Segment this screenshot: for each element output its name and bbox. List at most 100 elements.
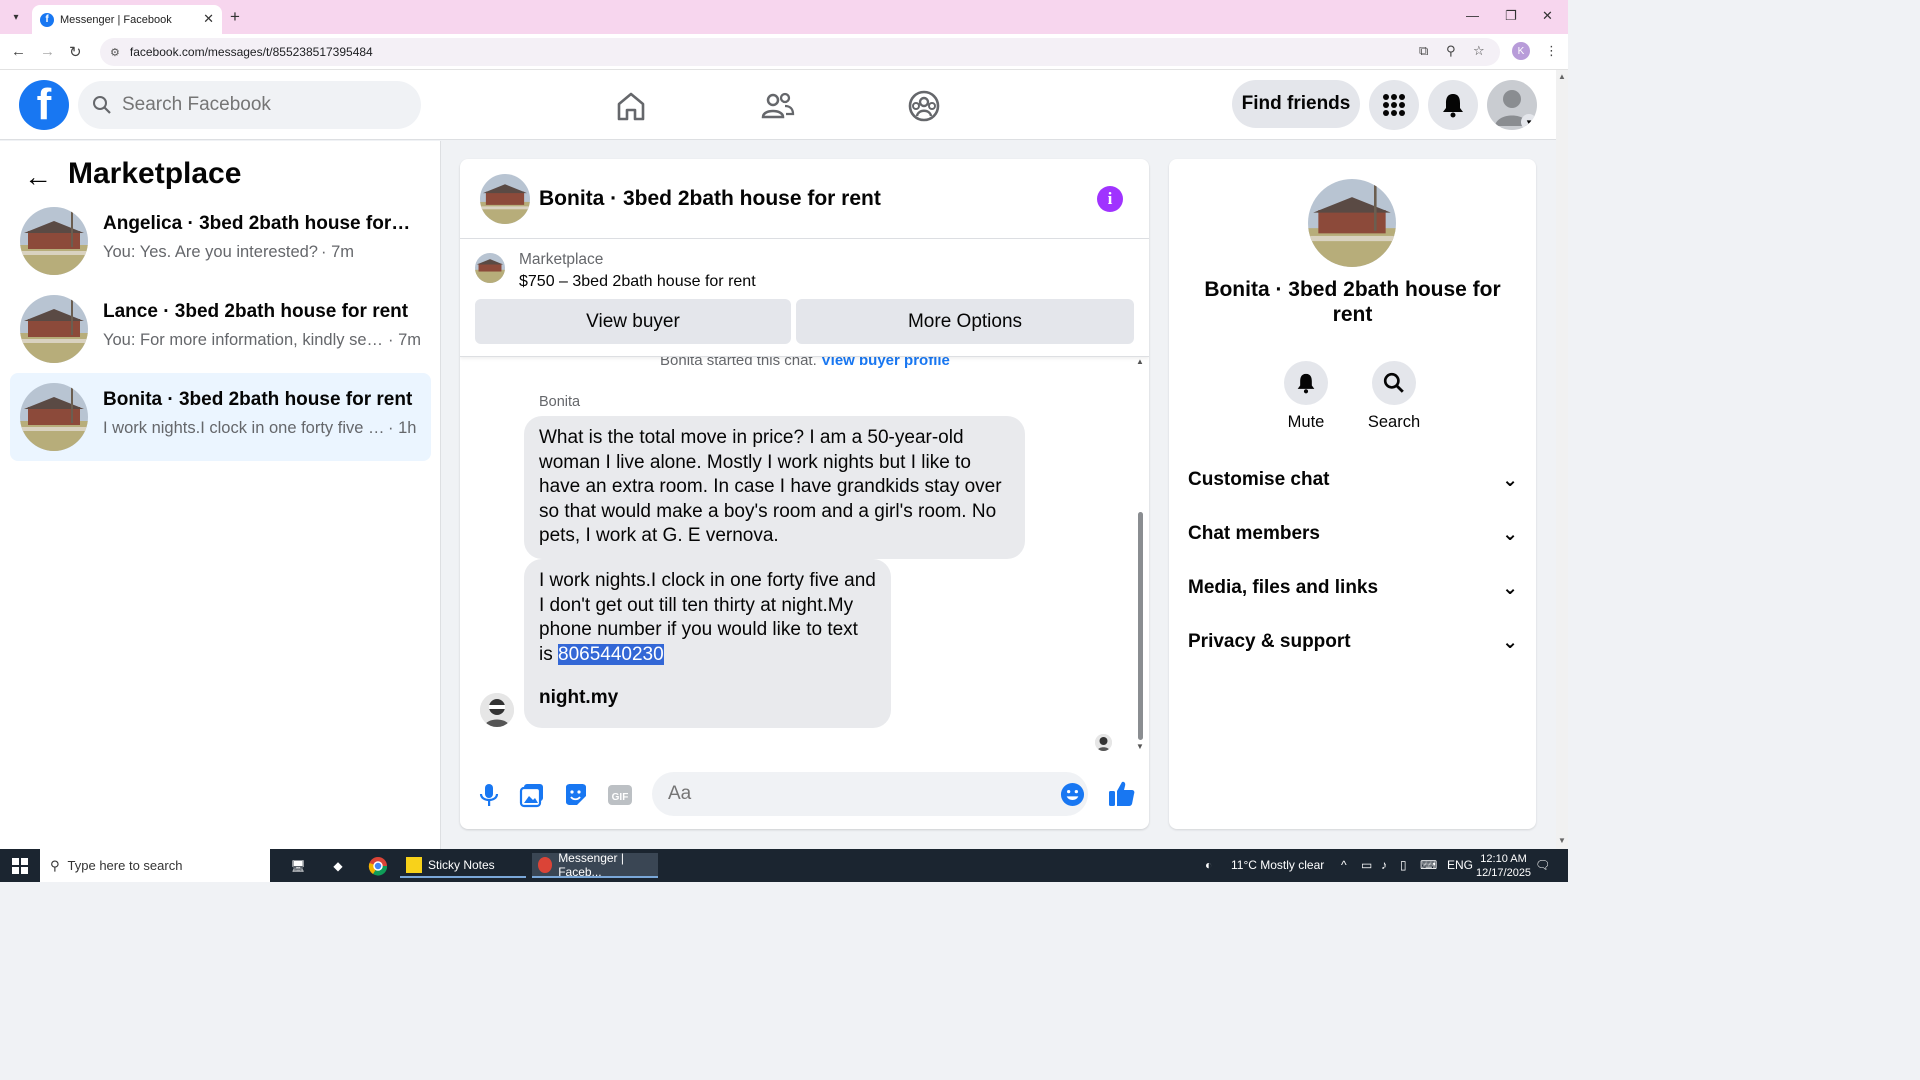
clock[interactable]: 12:10 AM 12/17/2025	[1476, 852, 1531, 880]
sender-avatar[interactable]	[480, 693, 514, 727]
phone-number-selected[interactable]: 8065440230	[558, 643, 664, 665]
tab-search-icon[interactable]: ▾	[6, 8, 26, 26]
close-window-icon[interactable]: ✕	[1542, 8, 1553, 24]
chevron-down-icon: ⌄	[1502, 631, 1518, 653]
tab-close-icon[interactable]: ✕	[203, 11, 214, 27]
conversation-name: Lance · 3bed 2bath house for rent	[103, 301, 409, 322]
back-icon[interactable]: ←	[11, 43, 26, 60]
house-thumbnail	[20, 295, 88, 363]
section-label: Media, files and links	[1188, 577, 1379, 598]
url-text: facebook.com/messages/t/855238517395484	[129, 45, 373, 59]
menu-grid-icon[interactable]	[1369, 80, 1419, 130]
battery-icon[interactable]: ▯	[1400, 858, 1407, 872]
browser-tabbar: ▾ f Messenger | Facebook ✕ + — ❐ ✕	[0, 0, 1568, 34]
home-icon[interactable]	[613, 88, 649, 124]
thumbs-up-icon[interactable]	[1107, 779, 1137, 809]
conversation-preview: I work nights.I clock in one forty five …	[103, 419, 423, 438]
taskbar-search-placeholder: Type here to search	[67, 858, 183, 873]
notifications-bell-icon[interactable]	[1428, 80, 1478, 130]
gif-icon[interactable]: GIF	[607, 782, 633, 808]
conversation-preview: You: For more information, kindly send m…	[103, 331, 423, 350]
page-scrollbar[interactable]: ▲ ▼	[1556, 70, 1568, 849]
site-settings-icon[interactable]: ⚙	[110, 46, 120, 59]
app-icon[interactable]: 🖥	[285, 853, 311, 878]
groups-icon[interactable]	[906, 88, 942, 124]
message-bubble[interactable]: What is the total move in price? I am a …	[524, 416, 1025, 559]
sticky-notes-task[interactable]: Sticky Notes	[400, 853, 526, 878]
more-options-button[interactable]: More Options	[796, 299, 1134, 344]
message-input[interactable]	[652, 772, 1088, 816]
tab-title: Messenger | Facebook	[60, 13, 172, 26]
search-label: Search	[1367, 413, 1421, 431]
back-arrow-icon[interactable]: ←	[24, 161, 52, 193]
volume-icon[interactable]: ♪	[1381, 858, 1387, 872]
bell-icon	[1284, 361, 1328, 405]
message-link-preview[interactable]: night.my	[539, 686, 876, 711]
scroll-down-icon[interactable]: ▼	[1136, 742, 1144, 751]
privacy-support-section[interactable]: Privacy & support ⌄	[1188, 622, 1518, 662]
forward-icon[interactable]: →	[40, 43, 55, 60]
windows-start-icon[interactable]	[12, 858, 28, 874]
new-tab-icon[interactable]: +	[230, 7, 240, 27]
notification-center-icon[interactable]: 🗨	[1535, 858, 1550, 872]
keyboard-icon[interactable]: ⌨	[1420, 858, 1437, 872]
view-buyer-profile-link[interactable]: View buyer profile	[821, 357, 950, 369]
facebook-logo-icon[interactable]: f	[19, 80, 69, 130]
network-icon[interactable]: ▭	[1361, 858, 1372, 872]
chrome-icon[interactable]	[365, 853, 391, 878]
install-icon[interactable]: ⧉	[1419, 43, 1428, 59]
chat-title[interactable]: Bonita · 3bed 2bath house for rent	[539, 187, 881, 211]
scroll-up-icon[interactable]: ▲	[1136, 357, 1144, 366]
bookmark-star-icon[interactable]: ☆	[1473, 43, 1485, 59]
taskbar-search[interactable]: ⚲ Type here to search	[40, 849, 270, 882]
started-text: Bonita started this chat.	[660, 357, 817, 369]
search-in-chat-button[interactable]: Search	[1354, 361, 1434, 432]
reload-icon[interactable]: ↻	[69, 43, 82, 61]
panel-title: Marketplace	[68, 157, 242, 190]
copilot-icon[interactable]: ◆	[325, 853, 351, 878]
listing-description[interactable]: $750 – 3bed 2bath house for rent	[519, 273, 756, 291]
clock-time: 12:10 AM	[1480, 853, 1527, 865]
sticker-icon[interactable]	[563, 782, 589, 808]
conversation-item[interactable]: Lance · 3bed 2bath house for rent You: F…	[10, 285, 431, 373]
chat-members-section[interactable]: Chat members ⌄	[1188, 514, 1518, 554]
marketplace-listing-card: Marketplace $750 – 3bed 2bath house for …	[460, 239, 1149, 357]
browser-tab[interactable]: f Messenger | Facebook ✕	[32, 5, 222, 34]
scrollbar-thumb[interactable]	[1138, 512, 1143, 740]
clock-date: 12/17/2025	[1476, 867, 1532, 879]
view-buyer-button[interactable]: View buyer	[475, 299, 791, 344]
search-input[interactable]	[122, 94, 402, 116]
info-icon[interactable]: i	[1097, 186, 1123, 212]
zoom-icon[interactable]: ⚲	[1446, 43, 1456, 59]
messenger-task[interactable]: Messenger | Faceb...	[532, 851, 658, 879]
customise-chat-section[interactable]: Customise chat ⌄	[1188, 460, 1518, 500]
browser-profile-avatar[interactable]: K	[1512, 42, 1530, 60]
microphone-icon[interactable]	[476, 782, 502, 808]
mute-button[interactable]: Mute	[1266, 361, 1346, 432]
language-indicator[interactable]: ENG	[1447, 858, 1473, 872]
photo-icon[interactable]	[519, 782, 545, 808]
media-files-links-section[interactable]: Media, files and links ⌄	[1188, 568, 1518, 608]
conversation-item[interactable]: Angelica · 3bed 2bath house for rent You…	[10, 197, 431, 285]
browser-menu-icon[interactable]: ⋮	[1545, 43, 1558, 59]
restore-icon[interactable]: ❐	[1505, 8, 1517, 24]
scroll-up-icon[interactable]: ▲	[1558, 72, 1566, 81]
search-facebook[interactable]	[78, 81, 421, 129]
weather-text[interactable]: 11°C Mostly clear	[1231, 858, 1324, 872]
minimize-icon[interactable]: —	[1466, 8, 1479, 23]
chat-thumbnail[interactable]	[480, 174, 530, 224]
windows-taskbar: ⚲ Type here to search 🖥 ◆ Sticky Notes M…	[0, 849, 1568, 882]
url-input[interactable]: ⚙ facebook.com/messages/t/85523851739548…	[100, 38, 1500, 66]
search-icon	[1372, 361, 1416, 405]
details-title: Bonita · 3bed 2bath house for rent	[1204, 278, 1501, 326]
emoji-icon[interactable]	[1060, 782, 1085, 807]
conversation-item-active[interactable]: Bonita · 3bed 2bath house for rent I wor…	[10, 373, 431, 461]
tray-chevron-icon[interactable]: ^	[1341, 858, 1347, 872]
thread-scrollbar[interactable]: ▲ ▼	[1136, 357, 1146, 752]
find-friends-button[interactable]: Find friends	[1232, 80, 1360, 128]
weather-icon[interactable]: ◐	[1205, 858, 1212, 872]
account-avatar[interactable]: ▾	[1487, 80, 1537, 130]
scroll-down-icon[interactable]: ▼	[1558, 836, 1566, 845]
friends-icon[interactable]	[760, 88, 796, 124]
message-bubble[interactable]: I work nights.I clock in one forty five …	[524, 559, 891, 728]
